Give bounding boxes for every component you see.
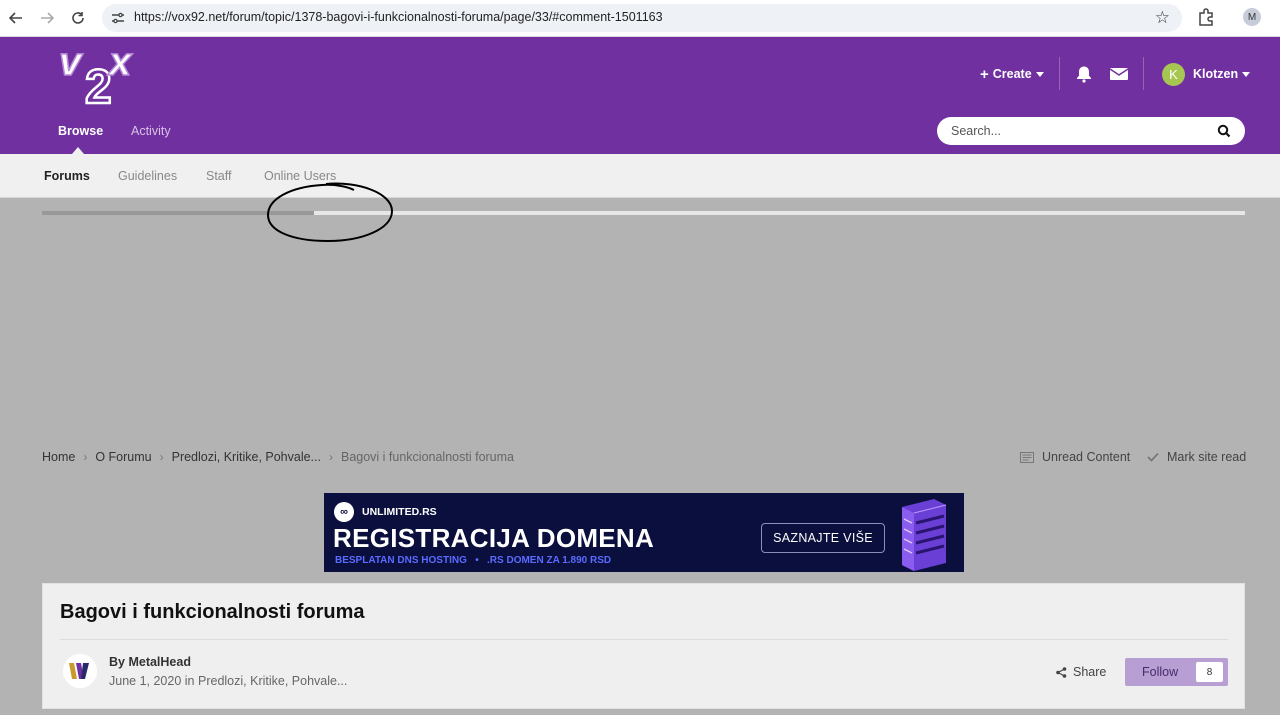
messages-button[interactable]: [1109, 62, 1129, 86]
chevron-right-icon: ›: [83, 450, 88, 464]
page-title: Bagovi i funkcionalnosti foruma: [60, 601, 365, 623]
create-label: Create: [992, 67, 1032, 81]
follow-label: Follow: [1142, 665, 1179, 679]
tab-activity[interactable]: Activity: [131, 124, 171, 138]
divider: [60, 639, 1228, 640]
page-loading-bar: [42, 211, 1245, 215]
user-avatar: K: [1162, 62, 1185, 86]
breadcrumb: Home › O Forumu › Predlozi, Kritike, Poh…: [42, 450, 514, 464]
search-input[interactable]: [951, 117, 1201, 145]
hand-drawn-circle-annotation: [266, 182, 394, 243]
back-arrow-icon[interactable]: [4, 6, 28, 30]
header-divider: [1143, 57, 1144, 90]
chevron-down-icon: [1242, 71, 1251, 77]
plus-icon: +: [980, 65, 989, 83]
mark-site-read-link[interactable]: Mark site read: [1147, 450, 1246, 464]
browser-toolbar: https://vox92.net/forum/topic/1378-bagov…: [0, 0, 1280, 37]
subnav-guidelines[interactable]: Guidelines: [118, 169, 177, 183]
ad-subline: BESPLATAN DNS HOSTING • .RS DOMEN ZA 1.8…: [335, 555, 612, 566]
newspaper-icon: [1020, 451, 1034, 463]
follower-count-badge: 8: [1196, 662, 1223, 682]
bell-icon: [1077, 66, 1091, 83]
subnav-forums[interactable]: Forums: [44, 169, 90, 183]
share-label: Share: [1073, 665, 1107, 679]
follow-button[interactable]: Follow 8: [1125, 658, 1228, 686]
svg-text:2: 2: [85, 61, 112, 109]
ad-headline: REGISTRACIJA DOMENA: [333, 523, 655, 553]
site-header: v 2 x + Create K Klotzen Browse Activity: [0, 37, 1280, 154]
url-text[interactable]: https://vox92.net/forum/topic/1378-bagov…: [134, 10, 663, 24]
bookmark-star-icon[interactable]: ☆: [1155, 8, 1170, 28]
browser-profile-avatar[interactable]: M: [1243, 8, 1261, 26]
topic-category-link[interactable]: Predlozi, Kritike, Pohvale...: [198, 674, 347, 688]
breadcrumb-o-forumu[interactable]: O Forumu: [95, 450, 151, 464]
reload-icon[interactable]: [66, 6, 90, 30]
svg-text:x: x: [107, 41, 133, 84]
site-logo[interactable]: v 2 x: [57, 41, 167, 109]
ad-banner[interactable]: ∞ UNLIMITED.RS REGISTRACIJA DOMENA BESPL…: [324, 493, 964, 572]
author-name[interactable]: By MetalHead: [109, 655, 191, 669]
header-divider: [1059, 57, 1060, 90]
active-tab-indicator: [72, 147, 84, 154]
secondary-nav: Forums Guidelines Staff Online Users: [0, 154, 1280, 198]
unread-content-link[interactable]: Unread Content: [1020, 450, 1130, 464]
user-menu[interactable]: K Klotzen: [1162, 62, 1251, 86]
username-label: Klotzen: [1193, 67, 1239, 81]
envelope-icon: [1109, 68, 1129, 80]
server-rack-icon: [902, 499, 947, 571]
create-menu[interactable]: + Create: [980, 62, 1044, 86]
topic-meta: June 1, 2020 in Predlozi, Kritike, Pohva…: [109, 674, 347, 688]
notifications-button[interactable]: [1075, 62, 1093, 86]
topic-header-card: Bagovi i funkcionalnosti foruma By Metal…: [42, 583, 1245, 709]
forward-arrow-icon[interactable]: [35, 6, 59, 30]
breadcrumb-current: Bagovi i funkcionalnosti foruma: [340, 450, 514, 464]
topic-in-word: in: [184, 674, 195, 688]
author-avatar[interactable]: [63, 654, 97, 688]
subnav-staff[interactable]: Staff: [206, 169, 231, 183]
tab-browse[interactable]: Browse: [58, 124, 103, 138]
unread-content-label: Unread Content: [1042, 450, 1131, 464]
chevron-right-icon: ›: [159, 450, 164, 464]
breadcrumb-home[interactable]: Home: [42, 450, 75, 464]
topic-date: June 1, 2020: [109, 674, 182, 688]
extensions-icon[interactable]: [1196, 7, 1216, 27]
share-button[interactable]: Share: [1056, 665, 1106, 679]
breadcrumb-predlozi[interactable]: Predlozi, Kritike, Pohvale...: [172, 450, 321, 464]
address-bar[interactable]: https://vox92.net/forum/topic/1378-bagov…: [102, 4, 1182, 32]
checkmark-icon: [1147, 452, 1159, 462]
ad-brand-label: UNLIMITED.RS: [362, 506, 437, 518]
svg-text:v: v: [59, 41, 84, 84]
search-icon[interactable]: [1217, 124, 1231, 138]
search-box[interactable]: [937, 117, 1245, 145]
ad-brand: ∞ UNLIMITED.RS: [334, 502, 437, 522]
chevron-down-icon: [1035, 71, 1044, 77]
share-icon: [1056, 666, 1067, 678]
chevron-right-icon: ›: [328, 450, 333, 464]
ad-cta-button[interactable]: SAZNAJTE VIŠE: [761, 523, 885, 553]
mark-site-read-label: Mark site read: [1167, 450, 1247, 464]
site-settings-icon[interactable]: [111, 11, 125, 25]
unlimited-logo-icon: ∞: [334, 502, 354, 522]
